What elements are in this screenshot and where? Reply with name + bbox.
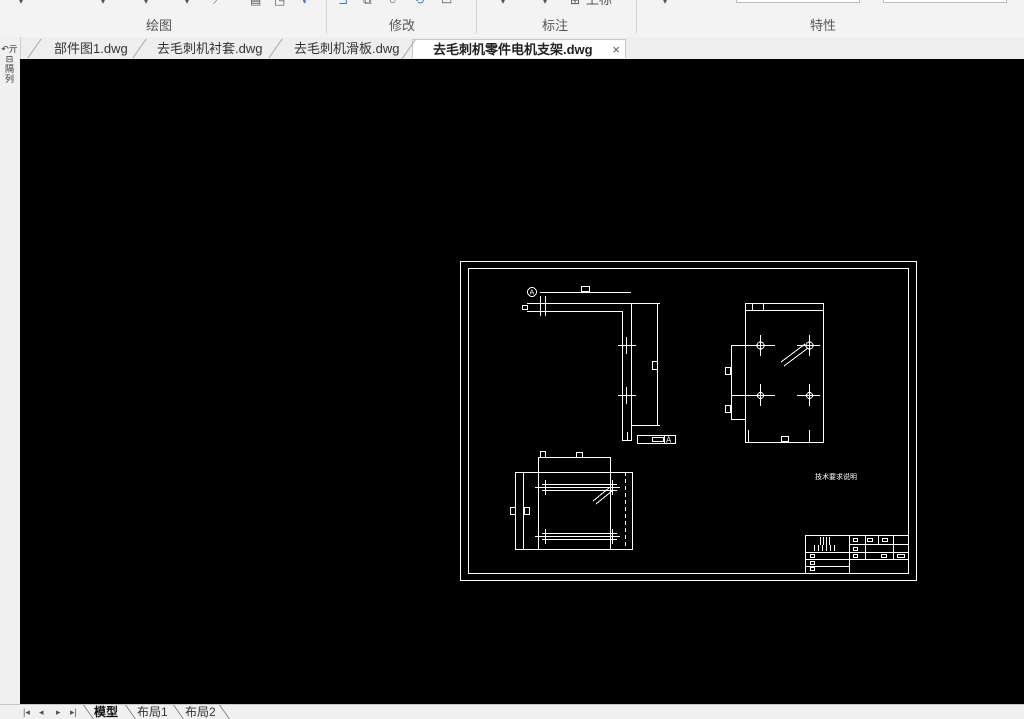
- document-tab-bar: 部件图1.dwg 去毛刺机衬套.dwg 去毛刺机滑板.dwg 去毛刺机零件电机支…: [0, 37, 1024, 60]
- technical-note: 技术要求说明: [815, 472, 857, 481]
- layer-icon[interactable]: ⊟: [1, 54, 18, 64]
- top-view: [510, 451, 633, 550]
- rotate-tool-icon[interactable]: ○: [389, 0, 396, 6]
- undo-icon[interactable]: ↶亓: [1, 44, 18, 54]
- superscript-label[interactable]: 上标: [586, 0, 612, 6]
- dropdown-arrow-icon[interactable]: ▾: [18, 0, 24, 6]
- tab-label: 部件图1.dwg: [54, 41, 128, 56]
- datum-label: A: [530, 290, 535, 297]
- first-layout-icon[interactable]: |◂: [23, 705, 30, 719]
- side-view: [725, 303, 824, 443]
- tab-label: 去毛刺机衬套.dwg: [157, 41, 263, 56]
- drawing-canvas[interactable]: A A 技术要求说明: [20, 59, 1024, 704]
- front-view: [522, 286, 676, 444]
- move-tool-icon[interactable]: ⊐: [338, 0, 348, 6]
- boundary-tool-icon[interactable]: ◐: [302, 0, 309, 6]
- sheet-inner-border: [468, 268, 909, 574]
- mirror-tool-icon[interactable]: ⟲: [414, 0, 424, 6]
- group-label-draw: 绘图: [146, 18, 173, 33]
- tab-model[interactable]: 模型: [94, 705, 118, 719]
- dropdown-arrow-icon[interactable]: ▾: [143, 0, 149, 6]
- ribbon-panel: ▾ ▾ ▾ ▾ ⟋ ▤ ◳ ◐ ⊐ ⧉ ○ ⟲ ▭ ▾ ▾ ⊞ 上标 ▾ 绘图 …: [0, 0, 1024, 38]
- next-layout-icon[interactable]: ▸: [56, 705, 61, 719]
- group-label-annotate: 标注: [542, 18, 569, 33]
- last-layout-icon[interactable]: ▸|: [70, 705, 77, 719]
- datum-reference: A: [666, 436, 672, 445]
- hatch-tool-icon[interactable]: ▤: [250, 0, 261, 6]
- tab-layout-2[interactable]: 布局2: [185, 705, 216, 719]
- layout-tab-bar: |◂ ◂ ▸ ▸| 模型 布局1 布局2: [0, 704, 1024, 719]
- tab-doc-1[interactable]: 部件图1.dwg: [27, 39, 140, 58]
- superscript-icon[interactable]: ⊞: [570, 0, 580, 6]
- side-view-holes: [756, 341, 814, 399]
- dropdown-arrow-icon[interactable]: ▾: [100, 0, 106, 6]
- tab-label: 去毛刺机零件电机支架.dwg: [433, 42, 593, 57]
- list-icon[interactable]: 列: [1, 74, 18, 84]
- dropdown-arrow-icon[interactable]: ▾: [500, 0, 506, 6]
- dropdown-arrow-icon[interactable]: ▾: [662, 0, 668, 6]
- tab-layout-1[interactable]: 布局1: [137, 705, 168, 719]
- group-separator: [476, 0, 477, 34]
- close-tab-icon[interactable]: ×: [612, 40, 620, 59]
- group-label-properties: 特性: [810, 18, 837, 33]
- tab-doc-4-active[interactable]: 去毛刺机零件电机支架.dwg ×: [401, 39, 626, 59]
- left-toolbar: ↶亓 ⊟ 隔 列: [0, 37, 21, 704]
- tab-doc-2[interactable]: 去毛刺机衬套.dwg: [132, 39, 276, 58]
- region-tool-icon[interactable]: ◳: [274, 0, 285, 6]
- copy-tool-icon[interactable]: ⧉: [363, 0, 372, 6]
- dropdown-arrow-icon[interactable]: ▾: [184, 0, 190, 6]
- sheet-outer-border: [460, 261, 917, 581]
- group-separator: [326, 0, 327, 34]
- tab-doc-3[interactable]: 去毛刺机滑板.dwg: [268, 39, 412, 58]
- arc-tool-icon[interactable]: ⟋: [213, 0, 221, 6]
- group-separator: [636, 0, 637, 34]
- property-dropdown[interactable]: [736, 0, 860, 3]
- group-label-modify: 修改: [389, 18, 416, 33]
- isolate-icon[interactable]: 隔: [1, 64, 18, 74]
- tab-label: 去毛刺机滑板.dwg: [294, 41, 400, 56]
- dropdown-arrow-icon[interactable]: ▾: [542, 0, 548, 6]
- property-dropdown[interactable]: [883, 0, 1007, 3]
- array-tool-icon[interactable]: ▭: [441, 0, 452, 6]
- prev-layout-icon[interactable]: ◂: [39, 705, 44, 719]
- drawing-svg: A A 技术要求说明: [460, 261, 917, 581]
- title-block: [805, 535, 909, 574]
